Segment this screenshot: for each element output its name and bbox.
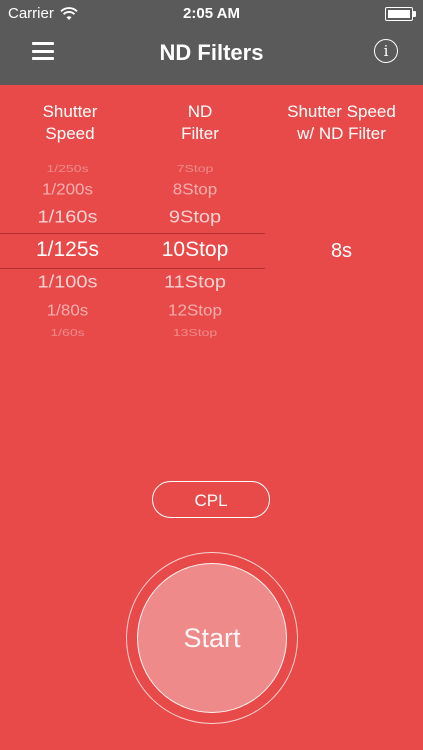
- shutter-speed-picker[interactable]: 1/250s 1/200s 1/160s 1/125s 1/100s 1/80s…: [0, 160, 135, 340]
- shutter-option[interactable]: 1/80s: [0, 302, 135, 320]
- shutter-speed-header-line2: Speed: [45, 124, 95, 143]
- nd-option[interactable]: 13Stop: [125, 326, 265, 338]
- start-button[interactable]: Start: [137, 563, 287, 713]
- shutter-option[interactable]: 1/160s: [0, 207, 135, 228]
- status-bar: Carrier 2:05 AM: [0, 0, 423, 28]
- nd-filter-header-line2: Filter: [181, 124, 219, 143]
- info-icon[interactable]: i: [374, 39, 398, 63]
- shutter-option-selected[interactable]: 1/125s: [0, 238, 135, 262]
- top-bar: Carrier 2:05 AM ND Filters i: [0, 0, 423, 85]
- cpl-button[interactable]: CPL: [152, 481, 270, 518]
- nav-bar: ND Filters i: [0, 28, 423, 85]
- nd-option[interactable]: 12Stop: [125, 302, 265, 320]
- shutter-speed-header: Shutter Speed: [0, 101, 140, 145]
- picker-selection-line-bottom: [0, 268, 265, 269]
- status-time: 2:05 AM: [183, 5, 240, 22]
- nd-filter-picker[interactable]: 7Stop 8Stop 9Stop 10Stop 11Stop 12Stop 1…: [125, 160, 265, 340]
- nd-filter-header-line1: ND: [187, 102, 213, 121]
- picker-selection-line-top: [0, 233, 265, 234]
- shutter-option[interactable]: 1/100s: [0, 272, 135, 293]
- nd-option[interactable]: 9Stop: [125, 207, 265, 228]
- nd-option[interactable]: 7Stop: [125, 162, 265, 174]
- nd-option-selected[interactable]: 10Stop: [125, 238, 265, 262]
- result-header: Shutter Speed w/ ND Filter: [260, 101, 423, 145]
- result-header-line1: Shutter Speed: [287, 102, 396, 121]
- battery-icon: [385, 7, 416, 21]
- shutter-option[interactable]: 1/60s: [0, 326, 135, 338]
- result-header-line2: w/ ND Filter: [297, 124, 386, 143]
- shutter-option[interactable]: 1/200s: [0, 181, 135, 199]
- nd-option[interactable]: 8Stop: [125, 181, 265, 199]
- shutter-option[interactable]: 1/250s: [0, 162, 135, 174]
- nd-filter-header: ND Filter: [130, 101, 270, 145]
- page-title: ND Filters: [159, 40, 264, 65]
- nd-option[interactable]: 11Stop: [125, 272, 265, 293]
- shutter-speed-header-line1: Shutter: [42, 102, 98, 121]
- result-value: 8s: [330, 240, 353, 262]
